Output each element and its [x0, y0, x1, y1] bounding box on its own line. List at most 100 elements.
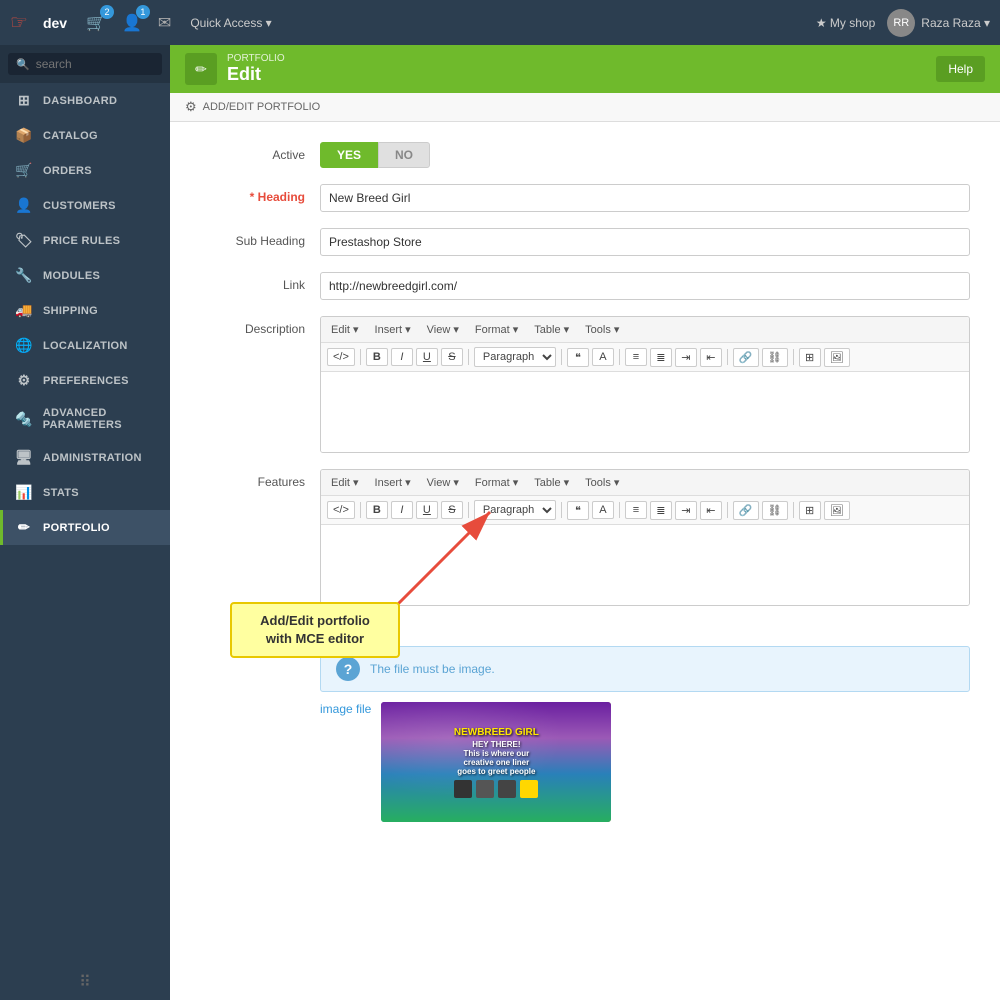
settings-icon: ⚙: [185, 99, 197, 115]
toolbar-divider-2: [468, 349, 469, 365]
toolbar-code-btn[interactable]: </>: [327, 348, 355, 366]
toolbar-strike-btn[interactable]: S: [441, 348, 463, 366]
modules-icon: 🔧: [15, 267, 33, 284]
sidebar-drag-handle[interactable]: ⠿: [8, 972, 162, 992]
toolbar-divider-4: [619, 349, 620, 365]
image-file-label: image file: [320, 702, 371, 720]
toolbar-ol-btn[interactable]: ≣: [650, 348, 672, 367]
features-view-menu[interactable]: View ▾: [423, 474, 463, 491]
editor-table-menu[interactable]: Table ▾: [530, 321, 573, 338]
sidebar-item-modules[interactable]: 🔧 MODULES: [0, 258, 170, 293]
toolbar-indent-btn[interactable]: ⇥: [675, 348, 697, 367]
link-input[interactable]: [320, 272, 970, 300]
toolbar-outdent-btn[interactable]: ⇤: [700, 348, 722, 367]
sidebar-item-dashboard[interactable]: ⊞ DASHBOARD: [0, 83, 170, 118]
editor-format-menu[interactable]: Format ▾: [471, 321, 522, 338]
features-toolbar-link-btn[interactable]: 🔗: [733, 501, 759, 520]
sidebar-item-preferences[interactable]: ⚙ PREFERENCES: [0, 363, 170, 398]
heading-label: Heading: [200, 184, 320, 204]
toolbar-unlink-btn[interactable]: ⛓: [762, 348, 788, 367]
toolbar-quote-btn[interactable]: ❝: [567, 348, 589, 367]
toolbar-bold-btn[interactable]: B: [366, 348, 388, 366]
features-toolbar-ol-btn[interactable]: ≣: [650, 501, 672, 520]
features-toolbar-image-btn[interactable]: 🖼: [824, 501, 850, 520]
user-menu-btn[interactable]: RR Raza Raza ▾: [887, 9, 990, 37]
search-input[interactable]: [36, 57, 154, 71]
top-bar-icons: 🛒2 👤1 ✉: [82, 9, 175, 37]
help-button[interactable]: Help: [936, 56, 985, 82]
features-toolbar-indent-btn[interactable]: ⇥: [675, 501, 697, 520]
editor-edit-menu[interactable]: Edit ▾: [327, 321, 363, 338]
advanced-params-icon: 🔩: [15, 411, 33, 428]
editor-insert-menu[interactable]: Insert ▾: [371, 321, 415, 338]
toolbar-ul-btn[interactable]: ≡: [625, 348, 647, 366]
sidebar-item-shipping[interactable]: 🚚 SHIPPING: [0, 293, 170, 328]
toolbar-divider-1: [360, 349, 361, 365]
features-toolbar-a-btn[interactable]: A: [592, 501, 614, 519]
editor-tools-menu[interactable]: Tools ▾: [581, 321, 623, 338]
heading-input[interactable]: [320, 184, 970, 212]
users-icon-btn[interactable]: 👤1: [118, 9, 146, 37]
search-input-wrap[interactable]: 🔍: [8, 53, 162, 75]
toolbar-table-btn[interactable]: ⊞: [799, 348, 821, 367]
sidebar-item-administration[interactable]: 🖥 ADMINISTRATION: [0, 440, 170, 475]
sidebar-item-label: CUSTOMERS: [43, 200, 116, 212]
sidebar-item-label: MODULES: [43, 270, 100, 282]
features-toolbar-quote-btn[interactable]: ❝: [567, 501, 589, 520]
features-toolbar-unlink-btn[interactable]: ⛓: [762, 501, 788, 520]
portfolio-image-preview: NEWBREED GIRL HEY THERE!This is where ou…: [381, 702, 611, 822]
features-edit-menu[interactable]: Edit ▾: [327, 474, 363, 491]
my-shop-btn[interactable]: ★ My shop: [816, 16, 875, 30]
toolbar-a-btn[interactable]: A: [592, 348, 614, 366]
toolbar-format-select[interactable]: Paragraph Heading 1 Heading 2: [474, 347, 556, 367]
edit-icon-btn[interactable]: ✏: [185, 53, 217, 85]
image-file-link[interactable]: image file: [320, 702, 371, 716]
sub-heading-input[interactable]: [320, 228, 970, 256]
sidebar-item-localization[interactable]: 🌐 LOCALIZATION: [0, 328, 170, 363]
features-format-menu[interactable]: Format ▾: [471, 474, 522, 491]
sidebar-item-portfolio[interactable]: ✏ PORTFOLIO: [0, 510, 170, 545]
sidebar-nav: ⊞ DASHBOARD 📦 CATALOG 🛒 ORDERS 👤 CUSTOME…: [0, 83, 170, 964]
sidebar-item-price-rules[interactable]: 🏷 PRICE RULES: [0, 223, 170, 258]
description-editor-body[interactable]: [321, 372, 969, 452]
toolbar-underline-btn[interactable]: U: [416, 348, 438, 366]
cart-icon-btn[interactable]: 🛒2: [82, 9, 110, 37]
active-toggle: YES NO: [320, 142, 970, 168]
image-section: ADD PICTURE ? The file must be image. im…: [320, 626, 970, 822]
toolbar-divider-5: [727, 349, 728, 365]
file-drop-zone[interactable]: ? The file must be image.: [320, 646, 970, 692]
features-toolbar-code-btn[interactable]: </>: [327, 501, 355, 519]
editor-toolbar: </> B I U S Paragraph Heading 1 Heading …: [321, 343, 969, 372]
quick-access-btn[interactable]: Quick Access ▾: [190, 16, 271, 30]
toggle-yes[interactable]: YES: [320, 142, 378, 168]
editor-view-menu[interactable]: View ▾: [423, 321, 463, 338]
features-toolbar-table-btn[interactable]: ⊞: [799, 501, 821, 520]
sidebar-item-orders[interactable]: 🛒 ORDERS: [0, 153, 170, 188]
sidebar-item-stats[interactable]: 📊 STATS: [0, 475, 170, 510]
toolbar-image-btn[interactable]: 🖼: [824, 348, 850, 367]
toggle-no[interactable]: NO: [378, 142, 430, 168]
sidebar-item-label: SHIPPING: [43, 305, 98, 317]
mail-icon-btn[interactable]: ✉: [154, 9, 175, 37]
features-toolbar-outdent-btn[interactable]: ⇤: [700, 501, 722, 520]
sidebar-item-advanced-parameters[interactable]: 🔩 ADVANCED PARAMETERS: [0, 398, 170, 440]
description-row: Description Edit ▾ Insert ▾ View ▾ Forma…: [200, 316, 970, 453]
portfolio-image-icons: [454, 780, 538, 798]
home-icon[interactable]: ☞: [10, 10, 28, 35]
portfolio-thumb-1: [454, 780, 472, 798]
features-table-menu[interactable]: Table ▾: [530, 474, 573, 491]
toolbar-link-btn[interactable]: 🔗: [733, 348, 759, 367]
catalog-icon: 📦: [15, 127, 33, 144]
user-avatar: RR: [887, 9, 915, 37]
annotation-arrow: [380, 502, 520, 622]
features-insert-menu[interactable]: Insert ▾: [371, 474, 415, 491]
localization-icon: 🌐: [15, 337, 33, 354]
features-tools-menu[interactable]: Tools ▾: [581, 474, 623, 491]
sidebar-item-customers[interactable]: 👤 CUSTOMERS: [0, 188, 170, 223]
annotation-box: Add/Edit portfoliowith MCE editor: [230, 602, 400, 658]
top-bar-left: ☞ dev 🛒2 👤1 ✉ Quick Access ▾: [10, 9, 272, 37]
toolbar-italic-btn[interactable]: I: [391, 348, 413, 366]
sidebar-item-catalog[interactable]: 📦 CATALOG: [0, 118, 170, 153]
features-toolbar-ul-btn[interactable]: ≡: [625, 501, 647, 519]
page-header-left: ✏ PORTFOLIO Edit: [185, 53, 285, 85]
